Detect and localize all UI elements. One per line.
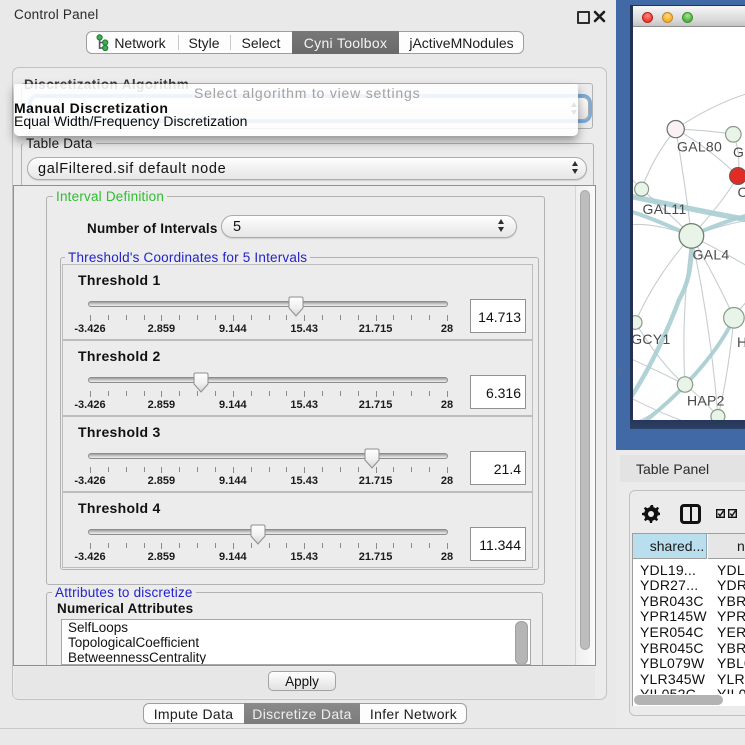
svg-text:GAL80: GAL80 xyxy=(677,139,722,155)
svg-text:GCY1: GCY1 xyxy=(633,331,671,347)
svg-text:GAL4: GAL4 xyxy=(692,247,729,263)
svg-text:H...: H... xyxy=(737,334,745,350)
svg-text:HAP2: HAP2 xyxy=(687,393,725,409)
svg-text:C...: C... xyxy=(737,184,745,200)
svg-text:G...: G... xyxy=(733,144,745,160)
svg-text:GAL11: GAL11 xyxy=(642,201,686,217)
